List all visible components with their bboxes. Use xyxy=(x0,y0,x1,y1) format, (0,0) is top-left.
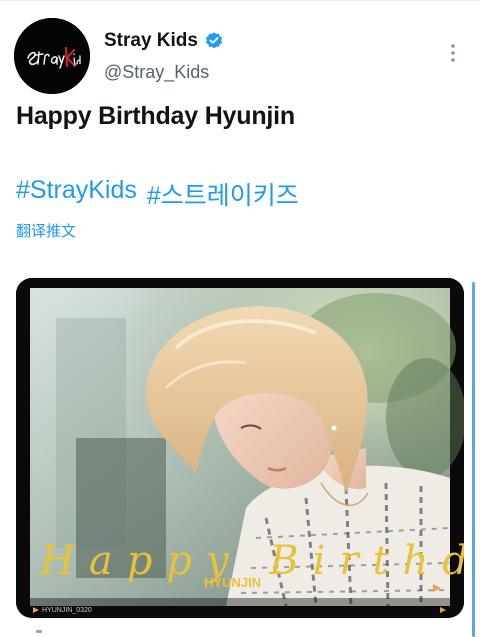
author-display-name[interactable]: Stray Kids xyxy=(104,30,198,52)
hashtag-link[interactable]: #StrayKids xyxy=(16,176,137,212)
tweet-media-image[interactable]: Happy BirthdayHYUNJINHYUNJIN_0320 xyxy=(16,278,464,618)
photo-overlay-name: HYUNJIN xyxy=(204,575,261,590)
author-handle[interactable]: @Stray_Kids xyxy=(104,62,209,83)
divider xyxy=(36,630,42,633)
more-options-icon[interactable] xyxy=(442,42,464,64)
photo-corner-caption: HYUNJIN_0320 xyxy=(42,607,92,614)
scrollbar[interactable] xyxy=(472,282,475,637)
hashtag-link[interactable]: #스트레이키즈 xyxy=(147,176,299,212)
author-name-row: Stray Kids xyxy=(104,30,224,52)
verified-badge-icon xyxy=(205,32,223,49)
divider xyxy=(0,0,480,1)
hashtag-row: #StrayKids #스트레이키즈 xyxy=(16,176,299,212)
stray-kids-logo-icon xyxy=(14,18,90,94)
avatar[interactable] xyxy=(14,18,90,94)
tweet-card: Stray Kids @Stray_Kids Happy Birthday Hy… xyxy=(0,0,480,637)
tweet-text: Happy Birthday Hyunjin xyxy=(16,102,295,130)
translate-tweet-link[interactable]: 翻译推文 xyxy=(16,220,76,241)
birthday-photo: Happy BirthdayHYUNJINHYUNJIN_0320 xyxy=(16,278,464,618)
